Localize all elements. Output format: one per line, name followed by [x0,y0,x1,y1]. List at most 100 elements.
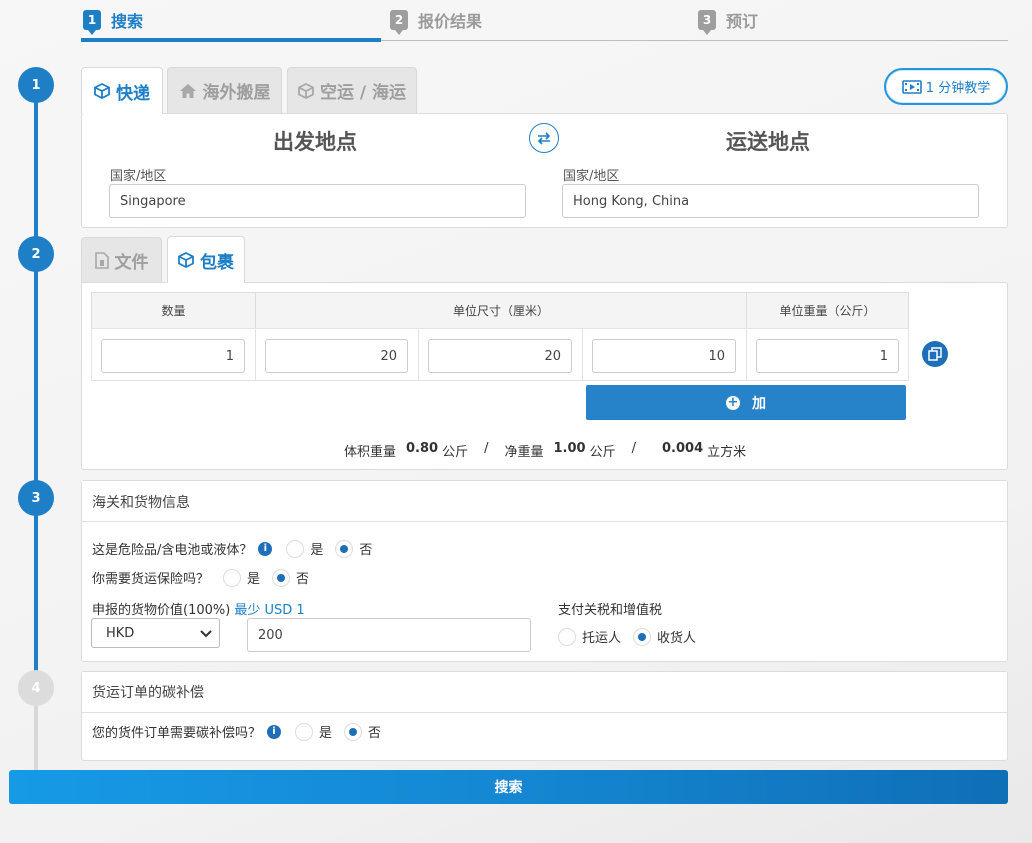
radio-label-no: 否 [359,543,373,558]
summary-separator: / [631,441,636,456]
timeline-step-2: 2 [18,236,54,272]
insurance-label: 你需要货运保险吗？ [92,572,210,587]
crate-icon [298,82,314,99]
radio-label-consignee: 收货人 [657,631,697,646]
progress-active-line [81,38,381,42]
column-header-quantity: 数量 [91,292,256,329]
tab-air-sea-freight[interactable]: 空运 / 海运 [287,67,417,113]
chevron-down-icon [200,630,212,638]
radio-label-no: 否 [368,726,382,741]
insurance-no-radio[interactable] [272,568,291,587]
document-icon [94,252,109,269]
dangerous-no-radio[interactable] [335,539,354,558]
tutorial-video-label: 1 分钟教学 [925,81,991,96]
timeline-step-1: 1 [18,67,54,103]
plus-circle-icon: + [726,395,740,410]
carbon-header [82,672,1007,713]
swap-arrows-icon [537,132,551,145]
box-icon [94,83,110,99]
radio-label-no: 否 [296,572,310,587]
dangerous-goods-question: 这是危险品/含电池或液体？ i 是 否 [92,539,372,558]
declared-value-input[interactable]: 200 [247,618,531,652]
tab-document[interactable]: 文件 [81,237,162,283]
currency-select[interactable]: HKD [91,618,220,648]
weight-input[interactable]: 1 [756,339,899,373]
declared-value-label: 申报的货物价值(100%) [92,603,231,618]
step-number-badge: 1 [83,10,101,35]
tutorial-video-button[interactable]: 1 分钟教学 [884,68,1008,105]
minimum-value-note: 最少 USD 1 [234,603,305,618]
carbon-question: 您的货件订单需要碳补偿吗？ i 是 否 [92,722,381,741]
duties-label: 支付关税和增值税 [558,603,663,618]
add-package-button[interactable]: + 加 [586,385,906,420]
duties-shipper-radio[interactable] [558,627,576,646]
column-header-dimensions: 单位尺寸（厘米） [255,292,747,329]
length-input[interactable]: 20 [265,339,408,373]
tab-label: 文件 [114,253,149,273]
tab-label: 快递 [116,83,150,104]
duties-payer-options: 托运人 收货人 [546,627,696,646]
insurance-question: 你需要货运保险吗？ 是 否 [92,568,309,587]
tab-overseas-moving[interactable]: 海外搬屋 [167,67,282,113]
carbon-question-label: 您的货件订单需要碳补偿吗？ [92,726,262,741]
tab-label: 包裹 [200,252,234,273]
declared-value-label-row: 申报的货物价值(100%) 最少 USD 1 [92,599,305,618]
info-icon[interactable]: i [267,724,282,739]
volumetric-weight-value: 0.80 [406,441,439,456]
tab-express[interactable]: 快递 [81,67,163,114]
house-icon [179,83,196,98]
search-button[interactable]: 搜索 [9,770,1008,804]
radio-label-yes: 是 [310,543,324,558]
carbon-no-radio[interactable] [344,722,363,741]
progress-steps: 1 搜索 2 报价结果 3 预订 [81,0,1008,42]
tab-package[interactable]: 包裹 [167,236,245,283]
tab-label: 海外搬屋 [202,83,271,103]
destination-country-input[interactable]: Hong Kong, China [562,184,979,218]
step-label: 报价结果 [418,12,483,31]
volume-value: 0.004 [662,441,704,456]
add-package-label: 加 [752,395,766,412]
copy-icon [928,347,942,361]
timeline-step-3: 3 [18,480,54,516]
step-booking[interactable]: 3 预订 [698,8,759,35]
insurance-yes-radio[interactable] [223,568,242,587]
swap-locations-button[interactable] [529,123,559,153]
radio-label-shipper: 托运人 [582,631,622,646]
radio-label-yes: 是 [247,572,261,587]
height-input[interactable]: 10 [592,339,736,373]
tab-label: 空运 / 海运 [319,83,407,103]
film-icon [901,79,922,94]
origin-heading: 出发地点 [273,130,357,154]
timeline-line [34,86,38,672]
step-search[interactable]: 1 搜索 [83,8,144,35]
carbon-yes-radio[interactable] [295,722,314,741]
weight-summary: 体积重量 0.80 公斤 / 净重量 1.00 公斤 / 0.004 立方米 [344,441,746,460]
customs-header [82,481,1007,522]
destination-heading: 运送地点 [726,130,810,154]
net-weight-value: 1.00 [553,441,586,456]
quantity-input[interactable]: 1 [101,339,245,373]
net-weight-label: 净重量 [504,445,544,460]
step-quote-results[interactable]: 2 报价结果 [390,8,483,35]
info-icon[interactable]: i [258,541,273,556]
volumetric-weight-unit: 公斤 [442,445,469,460]
duties-label-row: 支付关税和增值税 [558,599,662,618]
width-input[interactable]: 20 [428,339,572,373]
duties-consignee-radio[interactable] [633,627,652,646]
column-header-weight: 单位重量（公斤） [746,292,909,329]
step-label: 搜索 [111,12,144,31]
step-number-badge: 3 [698,10,716,35]
carbon-title: 货运订单的碳补偿 [92,685,204,701]
duplicate-row-button[interactable] [922,341,948,367]
box-icon [178,252,194,268]
dangerous-goods-label: 这是危险品/含电池或液体？ [92,543,253,558]
radio-label-yes: 是 [319,726,333,741]
destination-country-label: 国家/地区 [563,169,620,184]
summary-separator: / [484,441,489,456]
net-weight-unit: 公斤 [589,445,616,460]
step-label: 预订 [726,12,759,31]
currency-selected: HKD [106,625,135,641]
volume-unit: 立方米 [707,445,747,460]
origin-country-input[interactable]: Singapore [109,184,526,218]
dangerous-yes-radio[interactable] [286,539,305,558]
